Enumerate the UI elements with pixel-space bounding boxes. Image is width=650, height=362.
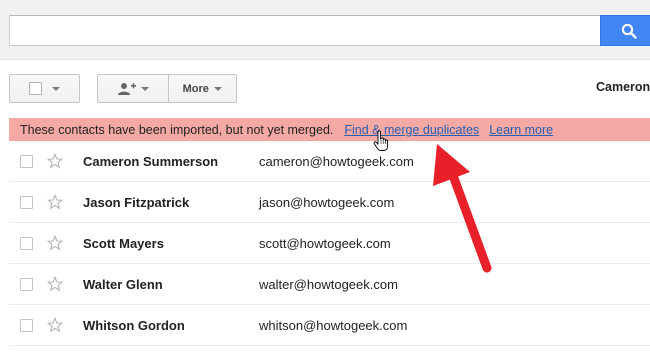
star-icon[interactable] xyxy=(47,235,63,251)
contact-email[interactable]: whitson@howtogeek.com xyxy=(259,318,407,333)
chevron-down-icon xyxy=(213,86,222,91)
table-row[interactable]: Whitson Gordon whitson@howtogeek.com xyxy=(9,305,650,346)
table-row[interactable]: Walter Glenn walter@howtogeek.com xyxy=(9,264,650,305)
import-notice-banner: These contacts have been imported, but n… xyxy=(9,118,650,141)
star-icon[interactable] xyxy=(47,153,63,169)
contact-name[interactable]: Whitson Gordon xyxy=(83,318,185,333)
contact-email[interactable]: jason@howtogeek.com xyxy=(259,195,394,210)
add-to-group-button[interactable] xyxy=(97,74,169,103)
search-icon xyxy=(621,23,637,39)
table-row[interactable]: Cameron Summerson cameron@howtogeek.com xyxy=(9,141,650,182)
action-button-group: More xyxy=(97,74,237,103)
contact-name[interactable]: Scott Mayers xyxy=(83,236,164,251)
search-button[interactable] xyxy=(600,15,650,46)
chevron-down-icon xyxy=(52,86,60,91)
checkbox-icon xyxy=(29,82,42,95)
row-checkbox[interactable] xyxy=(20,278,33,291)
select-dropdown-button[interactable] xyxy=(9,74,80,103)
table-row[interactable]: Scott Mayers scott@howtogeek.com xyxy=(9,223,650,264)
add-person-icon xyxy=(118,82,137,95)
banner-text: These contacts have been imported, but n… xyxy=(20,122,334,137)
contact-email[interactable]: cameron@howtogeek.com xyxy=(259,154,414,169)
star-icon[interactable] xyxy=(47,317,63,333)
contact-list: Cameron Summerson cameron@howtogeek.com … xyxy=(9,141,650,346)
more-button-label: More xyxy=(182,82,209,95)
top-bar xyxy=(0,0,650,60)
contact-email[interactable]: scott@howtogeek.com xyxy=(259,236,391,251)
contact-name[interactable]: Cameron Summerson xyxy=(83,154,218,169)
row-checkbox[interactable] xyxy=(20,196,33,209)
more-button[interactable]: More xyxy=(168,74,237,103)
row-checkbox[interactable] xyxy=(20,155,33,168)
row-checkbox[interactable] xyxy=(20,319,33,332)
contact-email[interactable]: walter@howtogeek.com xyxy=(259,277,398,292)
contact-name[interactable]: Walter Glenn xyxy=(83,277,163,292)
learn-more-link[interactable]: Learn more xyxy=(489,123,553,137)
star-icon[interactable] xyxy=(47,276,63,292)
find-merge-duplicates-link[interactable]: Find & merge duplicates xyxy=(344,123,479,137)
toolbar: More Cameron xyxy=(0,60,650,118)
account-name[interactable]: Cameron xyxy=(596,80,650,94)
star-icon[interactable] xyxy=(47,194,63,210)
table-row[interactable]: Jason Fitzpatrick jason@howtogeek.com xyxy=(9,182,650,223)
chevron-down-icon xyxy=(141,86,150,91)
search-input[interactable] xyxy=(9,15,601,46)
contact-name[interactable]: Jason Fitzpatrick xyxy=(83,195,189,210)
row-checkbox[interactable] xyxy=(20,237,33,250)
